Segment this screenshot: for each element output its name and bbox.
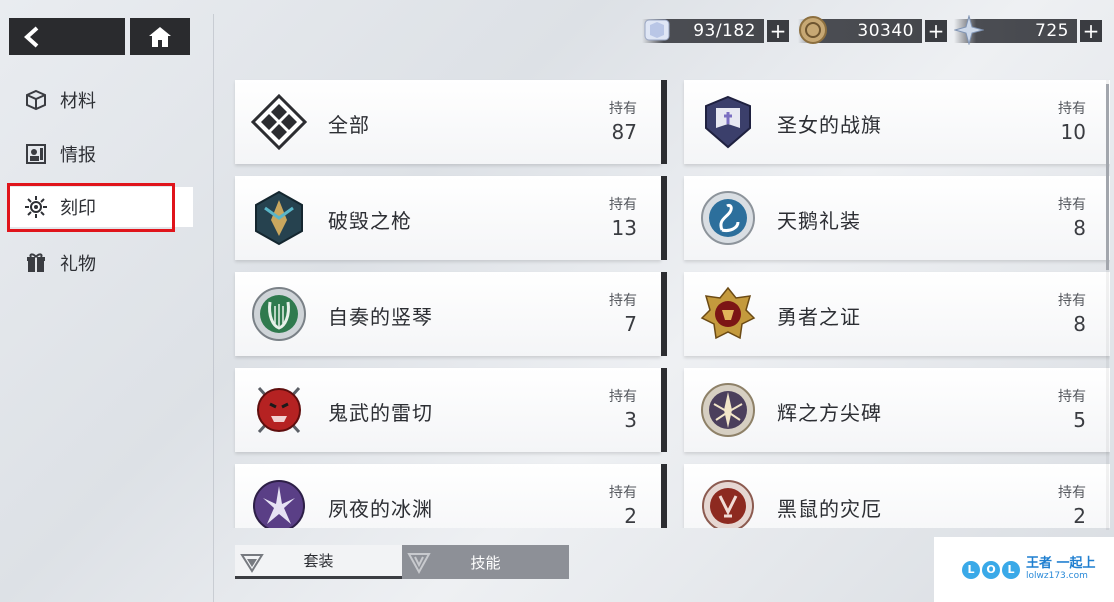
add-star-button[interactable]: + [1080, 20, 1102, 42]
tab-skill[interactable]: 技能 [402, 545, 569, 579]
crystal-stamina-icon [642, 15, 672, 45]
currency-coin: 30340 + [798, 15, 947, 45]
sidebar-item-imprint[interactable]: 刻印 [9, 187, 193, 227]
imprint-list[interactable]: 全部 持有 87 圣女的战旗 持有 10 破毁之枪 持有 13 天鹅礼装 持有 … [230, 76, 1110, 528]
obelisk-emblem-icon [700, 382, 756, 438]
oni-mask-emblem-icon [251, 382, 307, 438]
lion-emblem-icon [700, 286, 756, 342]
sidebar-divider [213, 14, 214, 602]
watermark-lol-badge: L O L [962, 560, 1020, 579]
sidebar-item-gifts[interactable]: 礼物 [24, 243, 192, 283]
star-shard-icon [954, 15, 984, 45]
lyre-emblem-icon [251, 286, 307, 342]
sidebar-item-label: 刻印 [60, 198, 96, 219]
watermark-logo: L O L 王者 一起上 lolwz173.com [934, 537, 1114, 602]
gift-icon [24, 251, 48, 275]
card-name: 辉之方尖碑 [777, 401, 882, 425]
card-edge [661, 464, 667, 528]
card-edge [661, 80, 667, 164]
watermark-letter: O [982, 560, 1000, 579]
owned-count: 13 [611, 216, 637, 240]
card-all[interactable]: 全部 持有 87 [235, 80, 667, 164]
owned-label: 持有 [1058, 101, 1086, 117]
owned-count: 2 [624, 504, 637, 528]
card-hero-proof[interactable]: 勇者之证 持有 8 [684, 272, 1110, 356]
back-button[interactable] [9, 18, 125, 55]
card-edge [661, 368, 667, 452]
card-self-playing-lyre[interactable]: 自奏的竖琴 持有 7 [235, 272, 667, 356]
card-edge [661, 176, 667, 260]
owned-count: 2 [1073, 504, 1086, 528]
swan-emblem-icon [700, 190, 756, 246]
card-swan-dress[interactable]: 天鹅礼装 持有 8 [684, 176, 1110, 260]
sidebar-item-materials[interactable]: 材料 [24, 80, 192, 120]
card-oni-raikiri[interactable]: 鬼武的雷切 持有 3 [235, 368, 667, 452]
tab-label: 套装 [303, 552, 334, 570]
currency-value: 30340 [857, 21, 914, 41]
card-breaking-spear[interactable]: 破毁之枪 持有 13 [235, 176, 667, 260]
owned-count: 87 [611, 120, 637, 144]
owned-label: 持有 [1058, 485, 1086, 501]
sidebar-item-intel[interactable]: 情报 [24, 134, 192, 174]
owned-label: 持有 [609, 389, 637, 405]
chevron-left-icon [24, 26, 39, 47]
watermark-title: 王者 一起上 [1026, 556, 1096, 572]
card-name: 破毁之枪 [328, 209, 412, 233]
suit-tab-icon [240, 554, 264, 573]
card-name: 夙夜的冰渊 [328, 497, 433, 521]
sidebar-item-label: 情报 [60, 145, 96, 166]
add-coin-button[interactable]: + [925, 20, 947, 42]
currency-value: 93/182 [693, 21, 756, 41]
home-button[interactable] [130, 18, 190, 55]
card-black-rat-calamity[interactable]: 黑鼠的灾厄 持有 2 [684, 464, 1110, 528]
card-name: 勇者之证 [777, 305, 861, 329]
card-saintess-banner[interactable]: 圣女的战旗 持有 10 [684, 80, 1110, 164]
owned-label: 持有 [1058, 197, 1086, 213]
currency-value: 725 [1035, 21, 1069, 41]
card-name: 全部 [328, 113, 370, 137]
sun-emblem-icon [24, 195, 48, 219]
owned-count: 3 [624, 408, 637, 432]
card-name: 天鹅礼装 [777, 209, 861, 233]
diamond-grid-icon [251, 94, 307, 150]
owned-label: 持有 [609, 293, 637, 309]
card-radiant-obelisk[interactable]: 辉之方尖碑 持有 5 [684, 368, 1110, 452]
card-name: 自奏的竖琴 [328, 305, 433, 329]
spear-emblem-icon [251, 190, 307, 246]
owned-label: 持有 [1058, 389, 1086, 405]
banner-emblem-icon [700, 94, 756, 150]
card-name: 鬼武的雷切 [328, 401, 433, 425]
home-icon [149, 26, 171, 47]
card-nightfall-abyss[interactable]: 夙夜的冰渊 持有 2 [235, 464, 667, 528]
tab-label: 技能 [470, 553, 501, 572]
scrollbar-thumb[interactable] [1106, 84, 1109, 270]
owned-label: 持有 [609, 101, 637, 117]
add-stamina-button[interactable]: + [767, 20, 789, 42]
watermark-letter: L [962, 560, 980, 579]
owned-count: 10 [1060, 120, 1086, 144]
watermark-url: lolwz173.com [1026, 570, 1088, 581]
card-name: 圣女的战旗 [777, 113, 882, 137]
owned-label: 持有 [609, 197, 637, 213]
profile-card-icon [24, 142, 48, 166]
sidebar-item-label: 材料 [60, 91, 96, 112]
currency-stamina: 93/182 + [642, 18, 789, 44]
rat-emblem-icon [700, 478, 756, 528]
owned-count: 8 [1073, 312, 1086, 336]
owned-label: 持有 [609, 485, 637, 501]
currency-star: 725 + [954, 15, 1102, 45]
sidebar-item-label: 礼物 [60, 254, 96, 275]
watermark-letter: L [1002, 560, 1020, 579]
tab-suit[interactable]: 套装 [235, 545, 402, 579]
card-name: 黑鼠的灾厄 [777, 497, 882, 521]
ice-abyss-emblem-icon [251, 478, 307, 528]
card-edge [661, 272, 667, 356]
owned-count: 7 [624, 312, 637, 336]
cube-icon [24, 88, 48, 112]
coin-icon [798, 15, 828, 45]
owned-count: 8 [1073, 216, 1086, 240]
skill-tab-icon [407, 553, 431, 575]
owned-count: 5 [1073, 408, 1086, 432]
owned-label: 持有 [1058, 293, 1086, 309]
